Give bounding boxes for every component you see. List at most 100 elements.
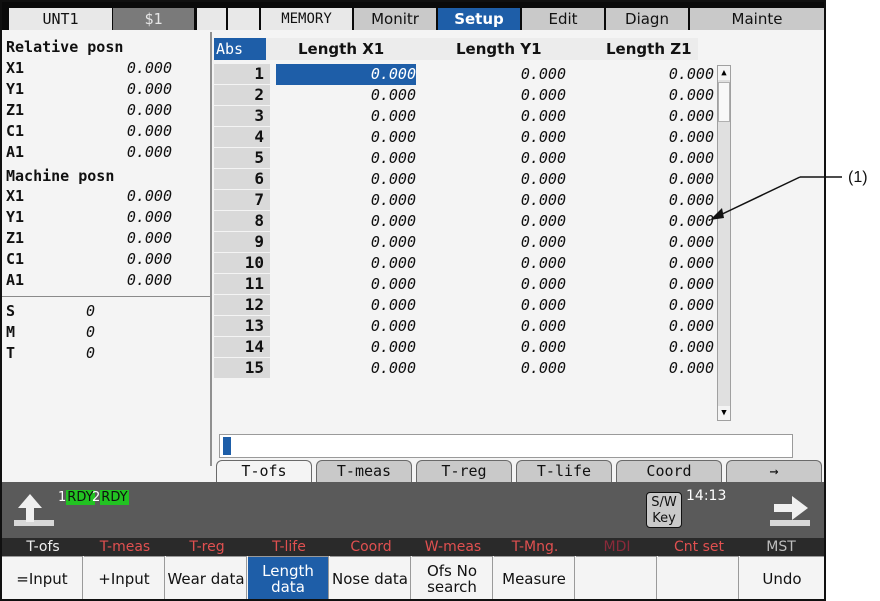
offset-cell-y[interactable]: 0.000 xyxy=(434,106,566,127)
page-tabs: T-ofs T-meas T-reg T-life Coord → xyxy=(214,460,824,482)
rdy-indicator-2: 2RDY xyxy=(92,490,129,505)
back-arrow-icon[interactable] xyxy=(8,490,60,534)
offset-cell-y[interactable]: 0.000 xyxy=(434,64,566,85)
tab-t-ofs[interactable]: T-ofs xyxy=(216,460,312,482)
softkey-nose-data[interactable]: Nose data xyxy=(330,556,411,599)
offset-cell-y[interactable]: 0.000 xyxy=(434,274,566,295)
row-number: 11 xyxy=(214,274,270,295)
softkey-ofs-no-search[interactable]: Ofs No search xyxy=(412,556,493,599)
function-menu-labels: T-ofs T-meas T-reg T-life Coord W-meas T… xyxy=(2,538,824,556)
scroll-down-icon[interactable]: ▼ xyxy=(718,406,730,420)
top-menu-bar: UNT1 $1 MEMORY Monitr Setup Edit Diagn M… xyxy=(2,2,824,30)
menu-setup[interactable]: Setup xyxy=(437,8,520,30)
offset-cell-x[interactable]: 0.000 xyxy=(276,85,416,106)
tab-t-meas[interactable]: T-meas xyxy=(316,460,412,482)
machine-row: Y1 0.000 xyxy=(6,208,206,229)
callout-label: (1) xyxy=(848,169,868,186)
offset-cell-y[interactable]: 0.000 xyxy=(434,316,566,337)
offset-cell-y[interactable]: 0.000 xyxy=(434,232,566,253)
offset-cell-z[interactable]: 0.000 xyxy=(584,127,714,148)
offset-cell-x[interactable]: 0.000 xyxy=(276,127,416,148)
softkey-equal-input[interactable]: =Input xyxy=(2,556,83,599)
menu-monitr[interactable]: Monitr xyxy=(353,8,436,30)
offset-cell-y[interactable]: 0.000 xyxy=(434,295,566,316)
divider xyxy=(2,296,210,297)
offset-cell-z[interactable]: 0.000 xyxy=(584,337,714,358)
offset-cell-y[interactable]: 0.000 xyxy=(434,85,566,106)
menu-diagn[interactable]: Diagn xyxy=(605,8,688,30)
blank-indicator-2 xyxy=(227,8,259,30)
offset-cell-y[interactable]: 0.000 xyxy=(434,148,566,169)
offset-cell-x[interactable]: 0.000 xyxy=(276,64,416,85)
softkey-empty-2[interactable] xyxy=(658,556,739,599)
machine-row: A1 0.000 xyxy=(6,271,206,292)
row-number: 14 xyxy=(214,337,270,358)
position-panel: Relative posn X1 0.000 Y1 0.000 Z1 0.000 C1… xyxy=(2,32,212,466)
row-number: 7 xyxy=(214,190,270,211)
offset-cell-z[interactable]: 0.000 xyxy=(584,316,714,337)
offset-cell-y[interactable]: 0.000 xyxy=(434,253,566,274)
tab-t-life[interactable]: T-life xyxy=(516,460,612,482)
offset-cell-x[interactable]: 0.000 xyxy=(276,295,416,316)
offset-cell-z[interactable]: 0.000 xyxy=(584,169,714,190)
header-length-x1: Length X1 xyxy=(298,40,385,58)
mst-code: S xyxy=(6,302,16,320)
offset-cell-x[interactable]: 0.000 xyxy=(276,337,416,358)
offset-cell-y[interactable]: 0.000 xyxy=(434,190,566,211)
tab-coord[interactable]: Coord xyxy=(616,460,722,482)
softkey-measure[interactable]: Measure xyxy=(494,556,575,599)
tab-t-reg[interactable]: T-reg xyxy=(416,460,512,482)
offset-cell-x[interactable]: 0.000 xyxy=(276,232,416,253)
softkey-empty-1[interactable] xyxy=(576,556,657,599)
mst-code: M xyxy=(6,323,16,341)
offset-cell-y[interactable]: 0.000 xyxy=(434,337,566,358)
offset-cell-y[interactable]: 0.000 xyxy=(434,211,566,232)
table-scrollbar[interactable]: ▲ ▼ xyxy=(717,65,731,421)
offset-cell-z[interactable]: 0.000 xyxy=(584,106,714,127)
axis-label: Y1 xyxy=(6,208,25,226)
offset-cell-x[interactable]: 0.000 xyxy=(276,253,416,274)
offset-cell-z[interactable]: 0.000 xyxy=(584,85,714,106)
softkey-bar: =Input +Input Wear data Length data Nose… xyxy=(2,556,824,599)
scroll-thumb[interactable] xyxy=(718,82,730,122)
softkey-undo[interactable]: Undo xyxy=(740,556,824,599)
offset-cell-z[interactable]: 0.000 xyxy=(584,274,714,295)
softkey-wear-data[interactable]: Wear data xyxy=(166,556,247,599)
offset-cell-z[interactable]: 0.000 xyxy=(584,148,714,169)
forward-arrow-icon[interactable] xyxy=(764,490,816,534)
softkey-length-data[interactable]: Length data xyxy=(248,556,329,599)
offset-cell-z[interactable]: 0.000 xyxy=(584,253,714,274)
row-number: 3 xyxy=(214,106,270,127)
input-field[interactable] xyxy=(219,434,793,458)
offset-cell-z[interactable]: 0.000 xyxy=(584,64,714,85)
offset-cell-z[interactable]: 0.000 xyxy=(584,190,714,211)
offset-cell-x[interactable]: 0.000 xyxy=(276,190,416,211)
offset-cell-x[interactable]: 0.000 xyxy=(276,148,416,169)
axis-label: C1 xyxy=(6,122,25,140)
offset-cell-x[interactable]: 0.000 xyxy=(276,274,416,295)
offset-cell-y[interactable]: 0.000 xyxy=(434,127,566,148)
sw-key-button[interactable]: S/W Key xyxy=(646,492,682,528)
offset-cell-y[interactable]: 0.000 xyxy=(434,169,566,190)
system-indicator: $1 xyxy=(112,8,194,30)
offset-cell-x[interactable]: 0.000 xyxy=(276,169,416,190)
offset-cell-y[interactable]: 0.000 xyxy=(434,358,566,379)
offset-cell-z[interactable]: 0.000 xyxy=(584,232,714,253)
scroll-up-icon[interactable]: ▲ xyxy=(718,66,730,80)
offset-cell-x[interactable]: 0.000 xyxy=(276,211,416,232)
softkey-plus-input[interactable]: +Input xyxy=(84,556,165,599)
menu-edit[interactable]: Edit xyxy=(521,8,604,30)
fmenu-t-meas: T-meas xyxy=(99,539,151,555)
tab-next-arrow[interactable]: → xyxy=(726,460,822,482)
offset-cell-z[interactable]: 0.000 xyxy=(584,211,714,232)
axis-label: Z1 xyxy=(6,229,25,247)
abs-indicator: Abs xyxy=(214,38,266,60)
offset-cell-x[interactable]: 0.000 xyxy=(276,358,416,379)
axis-label: X1 xyxy=(6,59,25,77)
offset-cell-z[interactable]: 0.000 xyxy=(584,358,714,379)
offset-cell-x[interactable]: 0.000 xyxy=(276,316,416,337)
fmenu-t-ofs: T-ofs xyxy=(26,539,60,555)
offset-cell-z[interactable]: 0.000 xyxy=(584,295,714,316)
offset-cell-x[interactable]: 0.000 xyxy=(276,106,416,127)
menu-mainte[interactable]: Mainte xyxy=(689,8,824,30)
